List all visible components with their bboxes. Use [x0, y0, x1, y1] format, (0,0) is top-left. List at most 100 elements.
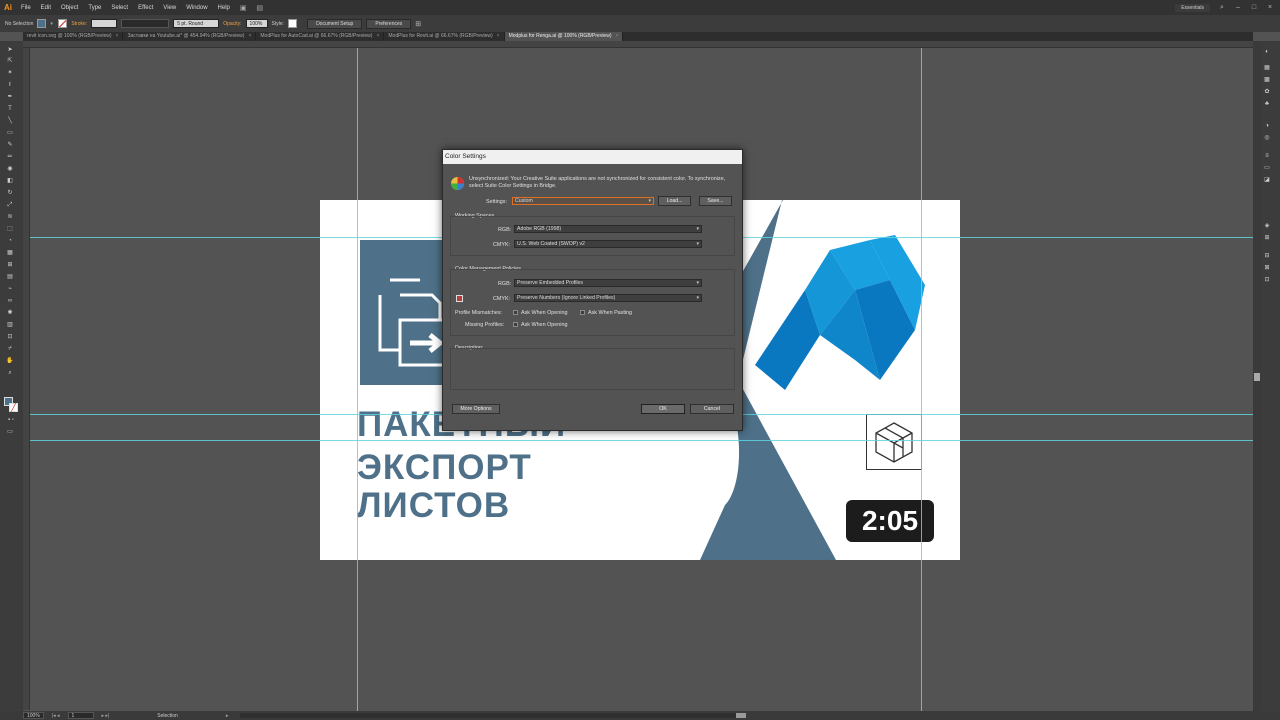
graphic-styles-icon[interactable]: ◑: [1263, 123, 1271, 130]
pen-tool-icon[interactable]: ✒: [6, 94, 14, 101]
brush-select[interactable]: 5 pt. Round: [173, 19, 220, 28]
opacity-label[interactable]: Opacity:: [223, 21, 241, 27]
minimize-icon[interactable]: –: [1234, 4, 1242, 12]
close-tab-icon[interactable]: ×: [497, 33, 500, 39]
maximize-icon[interactable]: □: [1250, 4, 1258, 12]
tab-revit-icon[interactable]: revit icon.svg @ 100% (RGB/Preview) ×: [23, 32, 124, 41]
ask-when-opening-label[interactable]: Ask When Opening: [521, 310, 567, 316]
document-setup-button[interactable]: Document Setup: [307, 18, 363, 29]
current-tool-status[interactable]: Selection: [157, 713, 178, 719]
scrollbar-thumb[interactable]: [1254, 373, 1260, 381]
next-artboard-icon[interactable]: ▸ ▸|: [102, 713, 110, 719]
color-panel-icon[interactable]: ◐: [1263, 49, 1271, 56]
stroke-color-icon[interactable]: ╱: [9, 403, 18, 412]
first-artboard-icon[interactable]: |◂ ◂: [52, 713, 60, 719]
direct-selection-tool-icon[interactable]: ⇱: [6, 58, 14, 65]
tab-renga[interactable]: Modplus for Renga.ai @ 100% (RGB/Preview…: [504, 32, 624, 41]
perspective-grid-tool-icon[interactable]: ▦: [6, 250, 14, 257]
warp-tool-icon[interactable]: ≋: [6, 214, 14, 221]
gradient-panel-icon[interactable]: ▭: [1263, 165, 1271, 172]
artboard-number-select[interactable]: 1: [67, 712, 94, 719]
preferences-button[interactable]: Preferences: [366, 18, 412, 29]
tab-revit[interactable]: ModPlus for Revit.ai @ 66.67% (RGB/Previ…: [384, 32, 505, 41]
ask-when-pasting-checkbox[interactable]: [580, 310, 585, 315]
guide-vertical[interactable]: [357, 48, 358, 711]
close-icon[interactable]: ×: [1266, 4, 1274, 12]
workspace-switcher[interactable]: Essentials: [1175, 3, 1210, 12]
rotate-tool-icon[interactable]: ↻: [6, 190, 14, 197]
search-icon[interactable]: ⌕: [1218, 4, 1226, 12]
more-options-button[interactable]: More Options: [452, 404, 500, 414]
layers-panel-icon[interactable]: ◈: [1263, 223, 1271, 230]
free-transform-tool-icon[interactable]: ⬚: [6, 226, 14, 233]
zoom-tool-icon[interactable]: ⌕: [6, 370, 14, 377]
stroke-weight-input[interactable]: [91, 19, 118, 28]
cmyk-working-space-select[interactable]: U.S. Web Coated (SWOP) v2 ▾: [514, 240, 702, 248]
close-tab-icon[interactable]: ×: [116, 33, 119, 39]
align-panel-icon[interactable]: ⊟: [1263, 253, 1271, 260]
horizontal-ruler[interactable]: 5765946126306486666847027207387567747928…: [23, 41, 1253, 48]
lasso-tool-icon[interactable]: ℓ: [6, 82, 14, 89]
paintbrush-tool-icon[interactable]: ✎: [6, 142, 14, 149]
artboards-panel-icon[interactable]: ⊞: [1263, 235, 1271, 242]
menu-window[interactable]: Window: [181, 5, 212, 11]
opacity-input[interactable]: 100%: [245, 19, 268, 28]
guide-vertical[interactable]: [921, 48, 922, 711]
mesh-tool-icon[interactable]: ⊞: [6, 262, 14, 269]
menu-edit[interactable]: Edit: [36, 5, 56, 11]
chevron-down-icon[interactable]: ▾: [50, 21, 54, 27]
ask-when-pasting-label[interactable]: Ask When Pasting: [588, 310, 632, 316]
swatches-panel-icon[interactable]: ▩: [1263, 77, 1271, 84]
menu-file[interactable]: File: [16, 5, 36, 11]
brushes-panel-icon[interactable]: ✿: [1263, 89, 1271, 96]
scrollbar-thumb[interactable]: [736, 713, 747, 718]
vertical-scrollbar[interactable]: [1253, 41, 1261, 711]
eyedropper-tool-icon[interactable]: ⌁: [6, 286, 14, 293]
style-swatch[interactable]: [288, 19, 298, 28]
zoom-select[interactable]: 100%: [23, 712, 44, 719]
menu-help[interactable]: Help: [213, 5, 235, 11]
menu-view[interactable]: View: [158, 5, 181, 11]
save-button[interactable]: Save...: [699, 196, 732, 206]
vertical-ruler[interactable]: [23, 48, 30, 710]
artboard-tool-icon[interactable]: ⊡: [6, 334, 14, 341]
pencil-tool-icon[interactable]: ✏: [6, 154, 14, 161]
stroke-panel-icon[interactable]: ≡: [1263, 153, 1271, 160]
tab-youtube[interactable]: Заставки на Youtube.ai* @ 454.94% (RGB/P…: [123, 32, 257, 41]
ok-button[interactable]: OK: [641, 404, 685, 414]
variable-width-select[interactable]: [121, 19, 170, 28]
menu-effect[interactable]: Effect: [133, 5, 158, 11]
transform-panel-icon[interactable]: ⊠: [1263, 265, 1271, 272]
slice-tool-icon[interactable]: ⌿: [6, 346, 14, 353]
line-tool-icon[interactable]: ╲: [6, 118, 14, 125]
transparency-panel-icon[interactable]: ◪: [1263, 177, 1271, 184]
close-tab-icon[interactable]: ×: [616, 33, 619, 39]
close-tab-icon[interactable]: ×: [376, 33, 379, 39]
ask-when-opening-checkbox[interactable]: [513, 310, 518, 315]
menu-select[interactable]: Select: [106, 5, 133, 11]
rgb-working-space-select[interactable]: Adobe RGB (1998) ▾: [514, 225, 702, 233]
policy-cmyk-select[interactable]: Preserve Numbers (Ignore Linked Profiles…: [514, 294, 702, 302]
stroke-swatch[interactable]: [58, 19, 68, 28]
symbols-panel-icon[interactable]: ♣: [1263, 101, 1271, 108]
menu-object[interactable]: Object: [56, 5, 83, 11]
missing-ask-when-opening-label[interactable]: Ask When Opening: [521, 322, 567, 328]
appearance-panel-icon[interactable]: ◎: [1263, 135, 1271, 142]
missing-ask-when-opening-checkbox[interactable]: [513, 322, 518, 327]
rectangle-tool-icon[interactable]: ▭: [6, 130, 14, 137]
status-menu-icon[interactable]: ▸: [226, 713, 229, 719]
blob-brush-tool-icon[interactable]: ◉: [6, 166, 14, 173]
blend-tool-icon[interactable]: ∞: [6, 298, 14, 305]
arrange-documents-icon[interactable]: ▤: [252, 4, 269, 12]
magic-wand-tool-icon[interactable]: ✶: [6, 70, 14, 77]
tab-autocad[interactable]: ModPlus for AutoCad.ai @ 66.67% (RGB/Pre…: [256, 32, 385, 41]
hand-tool-icon[interactable]: ✋: [6, 358, 14, 365]
scale-tool-icon[interactable]: ⤢: [6, 202, 14, 209]
guide-horizontal[interactable]: [30, 440, 1253, 441]
menu-type[interactable]: Type: [83, 5, 106, 11]
bridge-icon[interactable]: ▣: [235, 4, 252, 12]
close-tab-icon[interactable]: ×: [248, 33, 251, 39]
load-button[interactable]: Load...: [658, 196, 691, 206]
color-mode-icons[interactable]: ▪ ▫: [4, 417, 18, 424]
pathfinder-panel-icon[interactable]: ⊡: [1263, 277, 1271, 284]
